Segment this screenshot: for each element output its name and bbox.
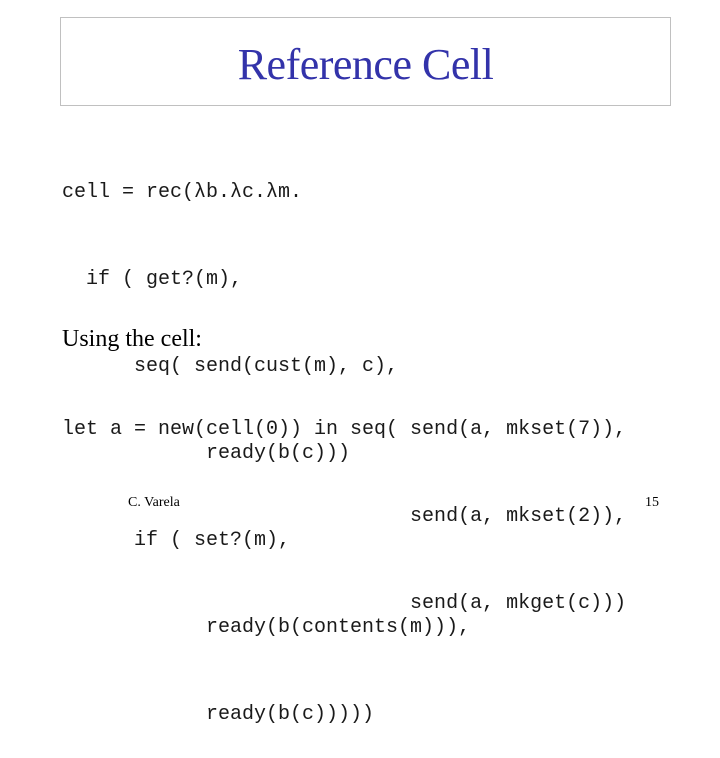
code-line: let a = new(cell(0)) in seq( send(a, mks…: [62, 418, 627, 441]
code-line: ready(b(c))))): [62, 703, 375, 726]
slide-title: Reference Cell: [237, 40, 494, 89]
page-number: 15: [645, 495, 659, 510]
title-box: Reference Cell: [60, 17, 671, 106]
subheading-using-the-cell: Using the cell:: [62, 326, 202, 352]
code-line: cell = rec(λb.λc.λm.: [62, 181, 303, 204]
footer-author: C. Varela: [128, 495, 180, 510]
code-line: send(a, mkget(c))): [62, 592, 627, 615]
code-line: if ( get?(m),: [62, 268, 243, 291]
